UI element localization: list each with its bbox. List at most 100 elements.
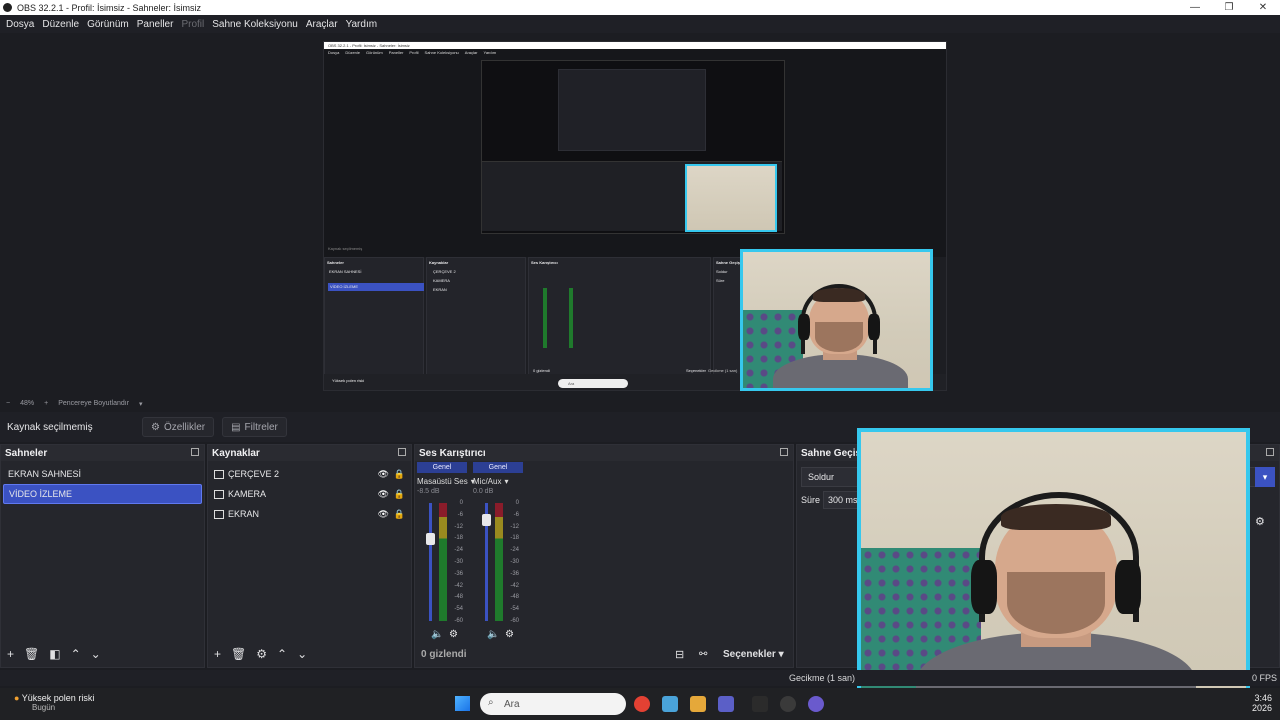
scene-item-selected[interactable]: VİDEO İZLEME — [3, 484, 202, 504]
zoom-in-button[interactable]: + — [44, 400, 48, 407]
nested-sources-title: Kaynaklar — [429, 260, 449, 265]
move-down-icon[interactable]: ⌄ — [297, 647, 307, 661]
trash-icon[interactable]: 🗑 — [231, 647, 246, 661]
fader-knob[interactable] — [482, 514, 491, 526]
undock-icon[interactable] — [398, 448, 406, 456]
weather-text: Yüksek polen riski — [21, 693, 95, 703]
lock-icon[interactable]: 🔒 — [394, 469, 405, 480]
lock-icon[interactable]: 🔒 — [394, 489, 405, 500]
filters-label: Filtreler — [244, 421, 278, 433]
nested-hidden-count: 0 gizlendi — [533, 368, 550, 373]
gear-icon[interactable]: ⚙ — [256, 647, 267, 661]
app-icon[interactable] — [808, 696, 824, 712]
menu-docks[interactable]: Paneller — [137, 19, 174, 30]
close-icon[interactable]: ✕ — [1246, 0, 1280, 15]
add-source-icon[interactable]: + — [214, 647, 221, 661]
options-button[interactable]: Seçenekler ▾ — [723, 649, 784, 660]
db-scale: 0 -6 -12 -18 -24 -30 -36 -42 -48 -54 -60 — [449, 498, 463, 628]
move-up-icon[interactable]: ⌃ — [277, 647, 287, 661]
scale-tick: 0 — [459, 500, 463, 506]
scale-tick: -24 — [454, 547, 463, 554]
add-scene-icon[interactable]: + — [7, 647, 14, 661]
move-up-icon[interactable]: ⌃ — [71, 647, 81, 661]
zoom-dropdown-icon[interactable]: ▾ — [139, 400, 143, 408]
chrome-icon[interactable] — [634, 696, 650, 712]
nested-menu-item: Dosya — [328, 50, 340, 55]
source-item[interactable]: ÇERÇEVE 2 👁 🔒 — [208, 464, 411, 484]
layout-icon[interactable]: ⊟ — [675, 648, 684, 661]
clock[interactable]: 3:46 2026 — [1252, 693, 1272, 713]
link-icon[interactable]: ⚯ — [699, 649, 707, 660]
filter-icon[interactable]: ◧ — [49, 647, 60, 661]
delay-label: Gecikme (1 san) — [789, 673, 856, 683]
nested-menu-item: Görünüm — [366, 50, 383, 55]
volume-fader[interactable] — [482, 503, 491, 621]
photos-icon[interactable] — [662, 696, 678, 712]
undock-icon[interactable] — [191, 448, 199, 456]
fps-label: 0 FPS — [1252, 673, 1278, 683]
settings-icon[interactable]: ⚙ — [505, 629, 514, 640]
scale-tick: -18 — [454, 535, 463, 542]
weather-sub: Bugün — [32, 703, 56, 712]
scale-tick: -36 — [454, 570, 463, 577]
volume-fader[interactable] — [426, 503, 435, 621]
chevron-down-icon[interactable]: ▾ — [1255, 467, 1275, 487]
zoom-bar: − 48% + Pencereye Boyutlandır ▾ — [0, 397, 1280, 410]
nested-transitions-title: Sahne Geçişi — [716, 260, 742, 265]
scale-tick: -36 — [510, 570, 519, 577]
settings-icon[interactable]: ⚙ — [449, 629, 458, 640]
audio-mixer-dock: Ses Karıştırıcı Genel Masaüstü Ses ▾ -8.5… — [414, 444, 794, 668]
menu-help[interactable]: Yardım — [346, 19, 378, 30]
undock-icon[interactable] — [780, 448, 788, 456]
speaker-icon[interactable]: 🔈 — [431, 629, 443, 640]
menu-file[interactable]: Dosya — [6, 19, 34, 30]
menu-bar: Dosya Düzenle Görünüm Paneller Profil Sa… — [0, 15, 1280, 33]
duration-label: Süre — [801, 495, 821, 505]
taskbar: ● Yüksek polen riski Bugün ⌕ Ara 3:46 20… — [0, 688, 1280, 720]
lock-icon[interactable]: 🔒 — [394, 509, 405, 520]
scenes-title: Sahneler — [5, 447, 48, 459]
taskbar-search[interactable]: ⌕ Ara — [480, 693, 626, 715]
gear-icon[interactable]: ⚙ — [1255, 515, 1265, 528]
eye-icon[interactable]: 👁 — [378, 469, 389, 480]
eye-icon[interactable]: 👁 — [378, 509, 389, 520]
menu-profile[interactable]: Profil — [181, 19, 204, 30]
fit-to-window[interactable]: Pencereye Boyutlandır — [58, 400, 129, 407]
menu-edit[interactable]: Düzenle — [42, 19, 79, 30]
undock-icon[interactable] — [1266, 448, 1274, 456]
fader-knob[interactable] — [426, 533, 435, 545]
menu-view[interactable]: Görünüm — [87, 19, 129, 30]
minimize-icon[interactable]: — — [1178, 0, 1212, 15]
chevron-down-icon[interactable]: ▾ — [504, 477, 508, 486]
camera-icon — [214, 489, 224, 499]
trash-icon[interactable]: 🗑 — [24, 647, 39, 661]
properties-button[interactable]: ⚙ Özellikler — [142, 417, 215, 437]
nested-menu-item: Yardım — [483, 50, 497, 55]
teams-icon[interactable] — [718, 696, 734, 712]
scale-tick: -60 — [510, 617, 519, 624]
channel-tag: Genel — [473, 462, 523, 473]
options-label: Seçenekler — [723, 648, 776, 660]
source-item[interactable]: EKRAN 👁 🔒 — [208, 504, 411, 524]
clock-time: 3:46 — [1254, 693, 1273, 703]
weather-widget[interactable]: ● Yüksek polen riski Bugün — [14, 693, 94, 712]
files-icon[interactable] — [690, 696, 706, 712]
eye-icon[interactable]: 👁 — [378, 489, 389, 500]
maximize-icon[interactable]: ❐ — [1212, 0, 1246, 15]
filters-button[interactable]: ▤ Filtreler — [222, 417, 287, 437]
source-label: KAMERA — [228, 489, 267, 499]
image-icon — [214, 469, 224, 479]
speaker-icon[interactable]: 🔈 — [487, 629, 499, 640]
nested-scene-item: VİDEO İZLEME — [330, 284, 359, 289]
windows-start-icon[interactable] — [455, 696, 470, 711]
menu-scene-collection[interactable]: Sahne Koleksiyonu — [212, 19, 298, 30]
nested-transition-type: Soldur — [716, 269, 728, 274]
scene-item[interactable]: EKRAN SAHNESİ — [3, 464, 202, 484]
epic-icon[interactable] — [752, 696, 768, 712]
source-item[interactable]: KAMERA 👁 🔒 — [208, 484, 411, 504]
move-down-icon[interactable]: ⌄ — [91, 647, 101, 661]
menu-tools[interactable]: Araçlar — [306, 19, 338, 30]
obs-taskbar-icon[interactable] — [780, 696, 796, 712]
transitions-title: Sahne Geçişi — [801, 447, 864, 459]
zoom-out-button[interactable]: − — [6, 400, 10, 407]
